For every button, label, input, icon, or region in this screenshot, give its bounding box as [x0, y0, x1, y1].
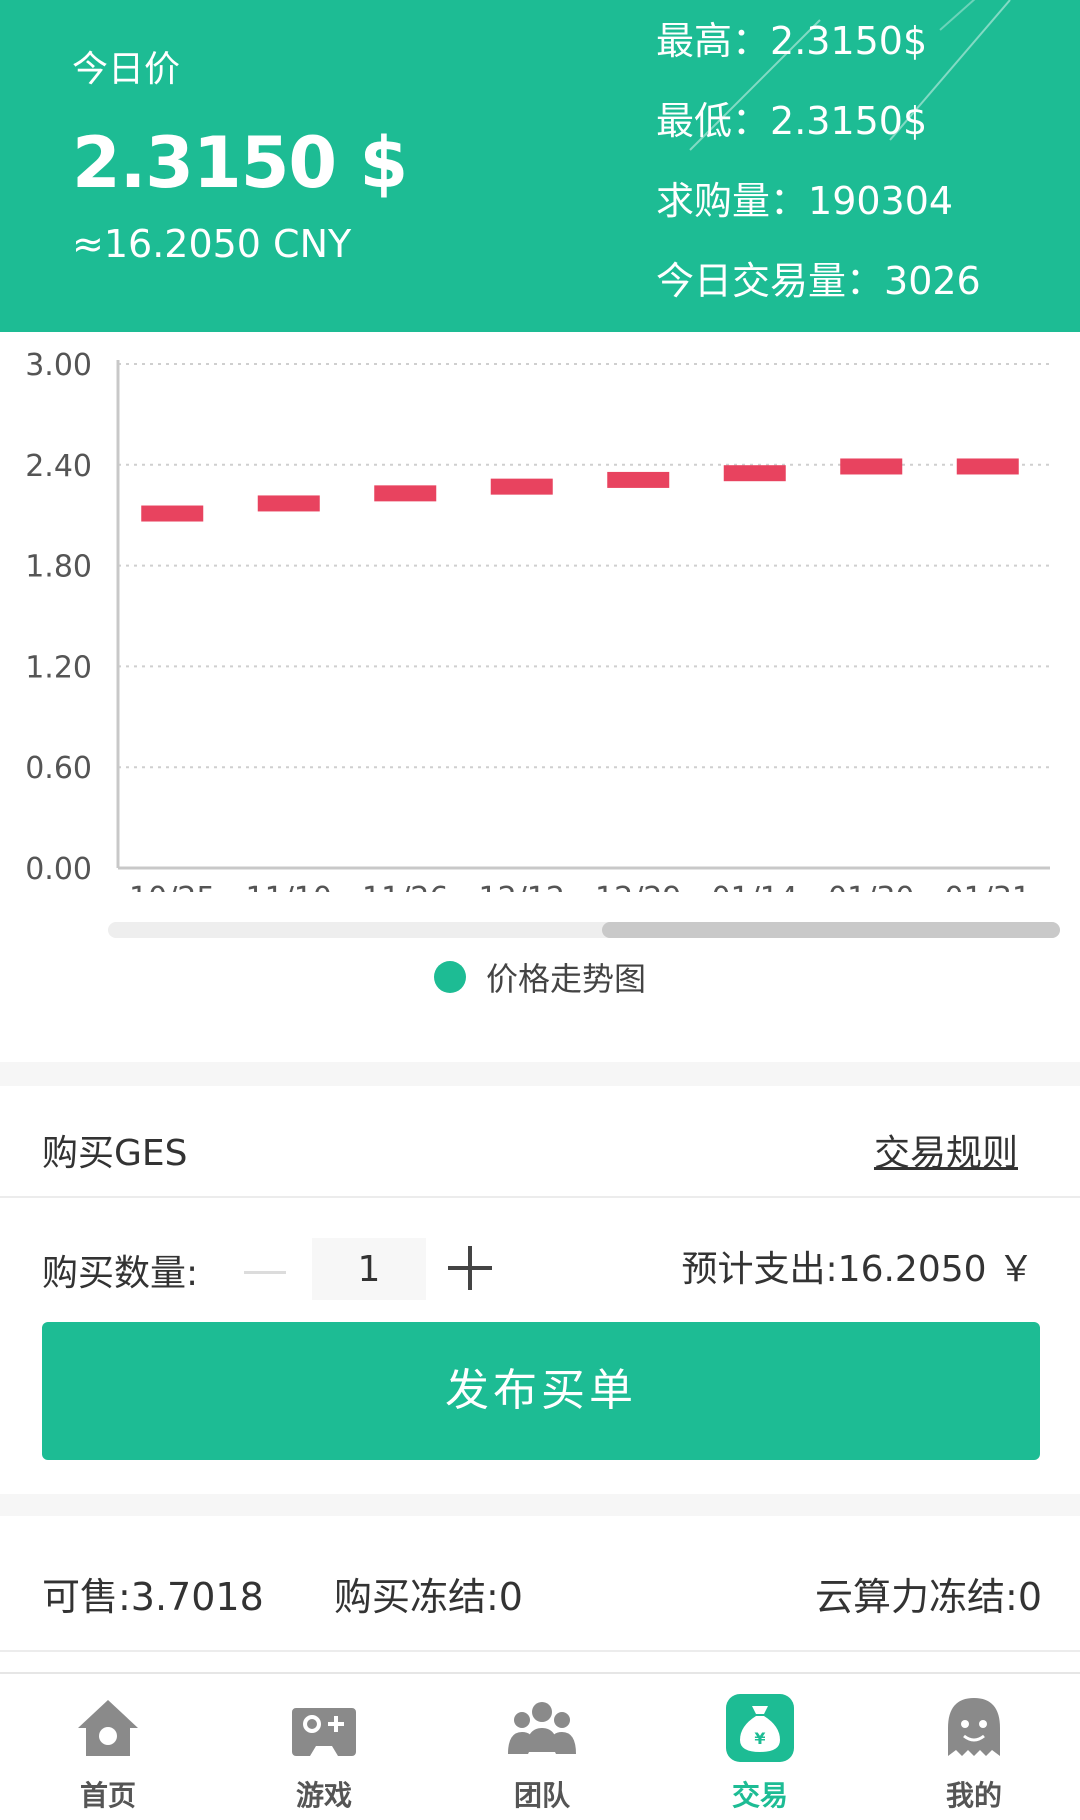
- stat-today-volume: 今日交易量：3026: [656, 259, 981, 303]
- y-tick-label: 1.20: [25, 650, 92, 685]
- publish-buy-order-button[interactable]: 发布买单: [42, 1322, 1040, 1460]
- section-divider: [0, 1062, 1080, 1086]
- quantity-label: 购买数量:: [42, 1253, 199, 1294]
- tab-games[interactable]: 游戏: [264, 1674, 384, 1820]
- y-tick-label: 0.60: [25, 751, 92, 786]
- increase-quantity-button[interactable]: [448, 1246, 492, 1290]
- chart-bar: [141, 505, 204, 522]
- tab-label: 首页: [79, 1779, 136, 1812]
- x-tick-label: 11/10: [246, 881, 332, 892]
- x-tick-label: 10/25: [129, 881, 215, 892]
- tab-label: 我的: [945, 1779, 1002, 1812]
- cloud-frozen-balance: 云算力冻结:0: [815, 1575, 1042, 1619]
- x-tick-label: 01/30: [828, 881, 914, 892]
- gamepad-icon: [292, 1708, 356, 1756]
- tab-home[interactable]: 首页: [48, 1674, 168, 1820]
- tab-label: 游戏: [295, 1779, 352, 1812]
- sellable-balance: 可售:3.7018: [42, 1575, 264, 1619]
- chart-svg: 0.00 0.60 1.20 1.80 2.40 3.00 10/25 11/10 11/26 1…: [25, 348, 1050, 916]
- tab-trade[interactable]: ¥ 交易: [700, 1674, 820, 1820]
- x-tick-label: 01/14: [712, 881, 798, 892]
- divider-line: [0, 1650, 1080, 1652]
- legend-dot-icon: [433, 961, 466, 993]
- price-header: 今日价 2.3150 $ ≈16.2050 CNY 最高：2.3150$ 最低：…: [0, 0, 1080, 332]
- chart-legend: 价格走势图: [0, 954, 1080, 1000]
- divider-line: [0, 1196, 1080, 1198]
- chart-bar: [490, 478, 553, 495]
- chart-scrollbar[interactable]: [108, 922, 1060, 938]
- chart-bar: [840, 458, 903, 475]
- stat-bid-volume: 求购量：190304: [656, 179, 954, 223]
- tab-mine[interactable]: 我的: [914, 1674, 1034, 1820]
- x-tick-label: 11/26: [362, 881, 448, 892]
- today-price-label: 今日价: [72, 49, 181, 90]
- tab-team[interactable]: 团队: [482, 1674, 602, 1820]
- price-cny: ≈16.2050 CNY: [72, 222, 352, 266]
- chart-bar: [723, 465, 786, 482]
- money-bag-icon: ¥: [726, 1694, 794, 1762]
- price-trend-chart: 0.00 0.60 1.20 1.80 2.40 3.00 10/25 11/10 11/26 1…: [0, 332, 1080, 916]
- tab-label: 交易: [731, 1779, 788, 1812]
- y-tick-label: 0.00: [25, 852, 92, 887]
- chart-scrollbar-thumb[interactable]: [602, 922, 1060, 938]
- team-icon: [508, 1702, 576, 1754]
- bottom-tab-bar: 首页 游戏 团队 ¥ 交易 我的: [0, 1672, 1080, 1820]
- price-usd: 2.3150 $: [72, 122, 408, 204]
- stat-high: 最高：2.3150$: [656, 19, 928, 63]
- legend-label: 价格走势图: [485, 960, 646, 998]
- ghost-icon: [948, 1698, 1000, 1756]
- estimated-cost: 预计支出:16.2050 ￥: [681, 1249, 1034, 1290]
- x-tick-label: 12/29: [595, 881, 681, 892]
- x-tick-label: 01/31: [945, 881, 1031, 892]
- buy-title: 购买GES: [42, 1133, 188, 1174]
- chart-bar: [956, 458, 1019, 475]
- home-icon: [78, 1700, 138, 1756]
- chart-bar: [607, 471, 670, 488]
- trade-rules-link[interactable]: 交易规则: [874, 1124, 1018, 1176]
- y-tick-label: 3.00: [25, 348, 92, 383]
- decrease-quantity-button[interactable]: [244, 1252, 286, 1292]
- chart-bar: [374, 485, 437, 502]
- section-divider: [0, 1494, 1080, 1516]
- y-tick-label: 2.40: [25, 449, 92, 484]
- stat-low: 最低：2.3150$: [656, 99, 928, 143]
- chart-bar: [257, 495, 320, 512]
- quantity-input[interactable]: [312, 1238, 426, 1300]
- buy-frozen-balance: 购买冻结:0: [334, 1575, 523, 1619]
- x-tick-label: 12/12: [479, 881, 565, 892]
- tab-label: 团队: [513, 1779, 570, 1812]
- y-tick-label: 1.80: [25, 550, 92, 585]
- svg-text:¥: ¥: [754, 1729, 765, 1748]
